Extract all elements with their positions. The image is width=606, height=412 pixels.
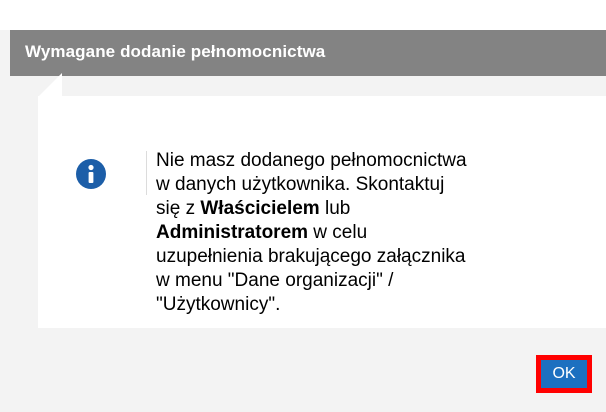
dialog-title: Wymagane dodanie pełnomocnictwa — [25, 42, 326, 61]
message-divider — [146, 151, 147, 195]
message-line: w menu "Dane organizacji" / — [156, 270, 394, 291]
message-text: się z — [156, 198, 201, 219]
message-line: w danych użytkownika. Skontaktuj — [156, 174, 445, 195]
ok-button-highlight: OK — [536, 355, 592, 393]
message-text: lub — [319, 198, 351, 219]
owner-role-text: Właścicielem — [200, 198, 320, 219]
dialog-message: Nie masz dodanego pełnomocnictwa w danyc… — [156, 149, 586, 317]
dialog-title-bar: Wymagane dodanie pełnomocnictwa — [10, 30, 606, 76]
message-line: się z Właścicielem lub — [156, 197, 586, 221]
info-icon — [76, 159, 106, 189]
ok-button[interactable]: OK — [541, 360, 587, 388]
admin-role-text: Administratorem — [156, 222, 309, 243]
message-line: "Użytkownicy". — [156, 294, 281, 315]
bubble-tail — [38, 73, 62, 97]
message-text: w celu — [308, 222, 368, 243]
message-line: Nie masz dodanego pełnomocnictwa — [156, 150, 467, 171]
message-line: uzupełnienia brakującego załącznika — [156, 246, 466, 267]
message-line: Administratorem w celu — [156, 221, 586, 245]
